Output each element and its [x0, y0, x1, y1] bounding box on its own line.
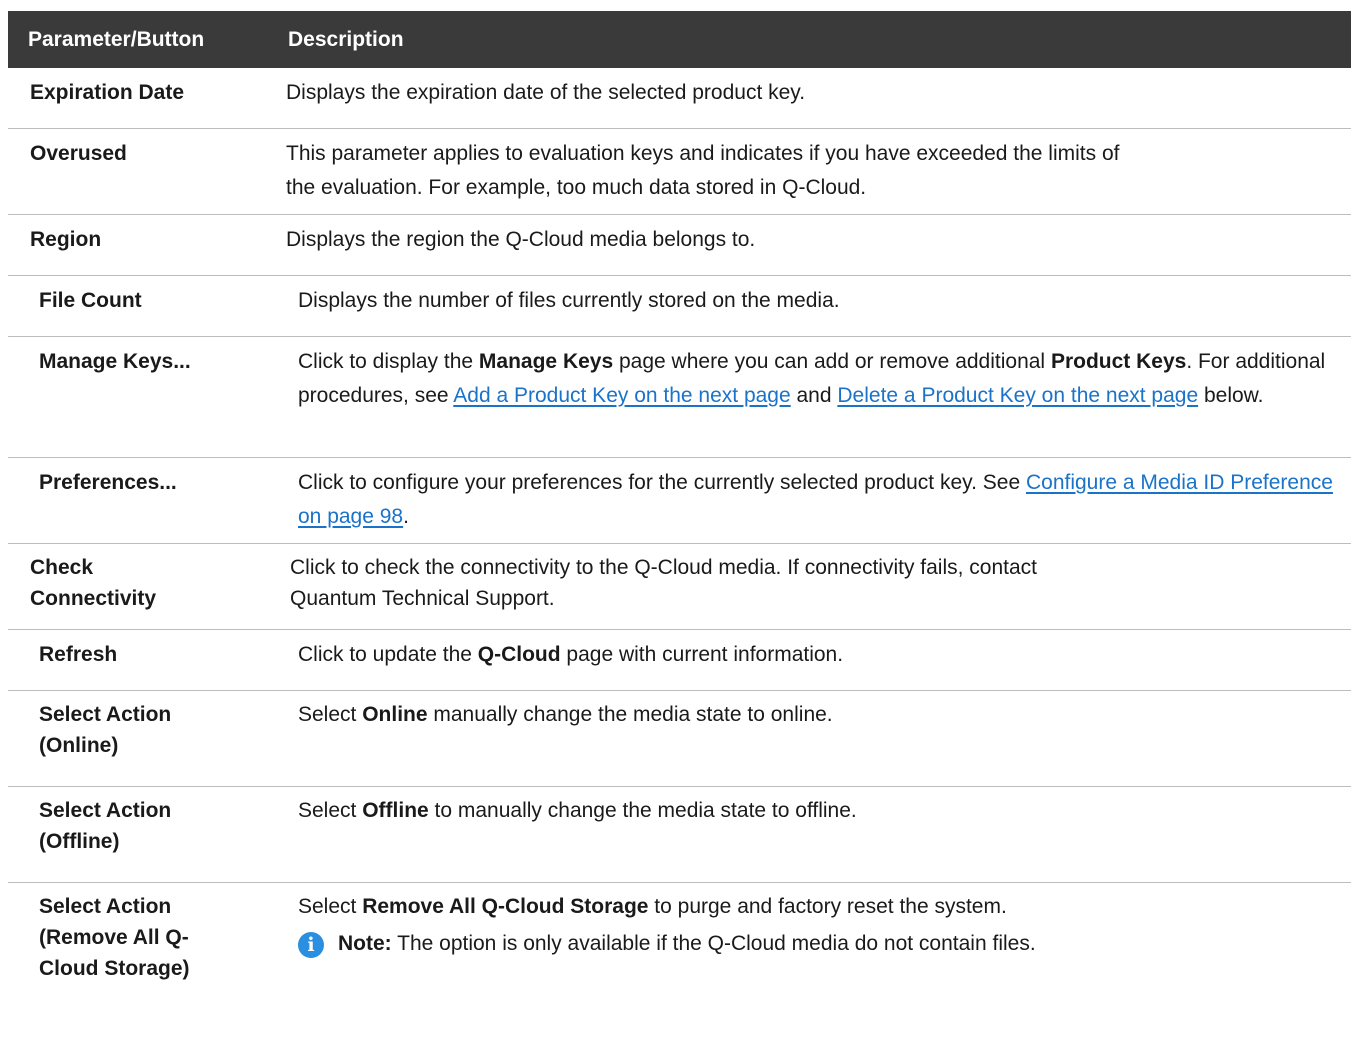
info-icon: i	[298, 932, 324, 958]
header-description: Description	[288, 27, 404, 51]
desc-bold: Manage Keys	[478, 350, 614, 373]
note-callout: i Note: The option is only available if …	[298, 928, 1337, 959]
param-region: Region	[30, 228, 102, 251]
table-row: File Count Displays the number of files …	[8, 276, 1351, 337]
desc-bold: Remove All Q-Cloud Storage	[362, 895, 649, 918]
desc-text: Select	[298, 703, 363, 726]
desc-region: Displays the region the Q-Cloud media be…	[286, 228, 756, 251]
desc-text: page where you can add or remove additio…	[613, 350, 1051, 373]
param-line: Connectivity	[30, 587, 157, 610]
desc-text: to purge and factory reset the system.	[648, 895, 1007, 918]
param-expiration-date: Expiration Date	[30, 81, 185, 104]
table-row: Select Action (Offline) Select Offline t…	[8, 787, 1351, 883]
param-select-action-offline: Select Action (Offline)	[8, 787, 288, 882]
table-row: Manage Keys... Click to display the Mana…	[8, 337, 1351, 458]
param-line: Check	[30, 556, 94, 579]
desc-text: Select	[298, 799, 363, 822]
param-line: (Remove All Q-	[39, 926, 189, 949]
param-check-connectivity: Check Connectivity	[8, 544, 288, 629]
desc-text: Select	[298, 895, 363, 918]
header-parameter: Parameter/Button	[28, 27, 205, 51]
desc-refresh: Click to update the Q-Cloud page with cu…	[288, 630, 1351, 690]
desc-line: Quantum Technical Support.	[290, 587, 555, 610]
desc-bold: Q-Cloud	[477, 643, 561, 666]
desc-line: Select Remove All Q-Cloud Storage to pur…	[298, 891, 1337, 922]
link-add-product-key[interactable]: Add a Product Key on the next page	[453, 384, 790, 407]
param-file-count: File Count	[39, 289, 142, 312]
param-preferences: Preferences...	[39, 471, 177, 494]
note-text: Note: The option is only available if th…	[338, 928, 1036, 959]
param-line: (Offline)	[39, 830, 120, 853]
table-row: Overused This parameter applies to evalu…	[8, 129, 1351, 215]
table-row: Preferences... Click to configure your p…	[8, 458, 1351, 544]
desc-text: Click to configure your preferences for …	[298, 471, 1026, 494]
param-line: Select Action	[39, 799, 172, 822]
desc-select-action-remove-all: Select Remove All Q-Cloud Storage to pur…	[288, 883, 1351, 1017]
parameter-table: Parameter/Button Description Expiration …	[8, 11, 1351, 1017]
desc-text: Click to display the	[298, 350, 479, 373]
table-row: Check Connectivity Click to check the co…	[8, 544, 1351, 630]
desc-text: manually change the media state to onlin…	[427, 703, 833, 726]
table-row: Region Displays the region the Q-Cloud m…	[8, 215, 1351, 276]
desc-line: Click to check the connectivity to the Q…	[290, 556, 1037, 579]
desc-file-count: Displays the number of files currently s…	[298, 289, 840, 312]
desc-text: Click to update the	[298, 643, 478, 666]
table-header: Parameter/Button Description	[8, 11, 1351, 68]
link-delete-product-key[interactable]: Delete a Product Key on the next page	[837, 384, 1198, 407]
param-select-action-online: Select Action (Online)	[8, 691, 288, 786]
desc-bold: Offline	[362, 799, 429, 822]
param-manage-keys: Manage Keys...	[39, 350, 191, 373]
param-refresh: Refresh	[39, 643, 118, 666]
table-row: Expiration Date Displays the expiration …	[8, 68, 1351, 129]
param-line: Select Action	[39, 895, 172, 918]
desc-manage-keys: Click to display the Manage Keys page wh…	[288, 337, 1351, 457]
table-row: Select Action (Online) Select Online man…	[8, 691, 1351, 787]
desc-overused: This parameter applies to evaluation key…	[286, 129, 1351, 214]
param-overused: Overused	[30, 142, 127, 165]
desc-bold: Product Keys	[1050, 350, 1187, 373]
desc-expiration-date: Displays the expiration date of the sele…	[286, 81, 806, 104]
desc-select-action-online: Select Online manually change the media …	[288, 691, 1351, 786]
desc-line: This parameter applies to evaluation key…	[286, 142, 1120, 165]
note-body: The option is only available if the Q-Cl…	[391, 932, 1036, 955]
param-line: Select Action	[39, 703, 172, 726]
desc-check-connectivity: Click to check the connectivity to the Q…	[288, 544, 1351, 629]
desc-text: page with current information.	[560, 643, 844, 666]
desc-bold: Online	[362, 703, 428, 726]
desc-text: and	[790, 384, 838, 407]
note-label: Note:	[338, 932, 392, 955]
param-line: (Online)	[39, 734, 119, 757]
desc-select-action-offline: Select Offline to manually change the me…	[288, 787, 1351, 882]
table-row: Select Action (Remove All Q- Cloud Stora…	[8, 883, 1351, 1017]
desc-text: below.	[1198, 384, 1264, 407]
desc-text: to manually change the media state to of…	[428, 799, 857, 822]
table-row: Refresh Click to update the Q-Cloud page…	[8, 630, 1351, 691]
desc-preferences: Click to configure your preferences for …	[288, 458, 1351, 543]
param-select-action-remove-all: Select Action (Remove All Q- Cloud Stora…	[8, 883, 288, 1017]
desc-line: the evaluation. For example, too much da…	[286, 176, 867, 199]
desc-text: .	[403, 505, 409, 528]
param-line: Cloud Storage)	[39, 957, 190, 980]
